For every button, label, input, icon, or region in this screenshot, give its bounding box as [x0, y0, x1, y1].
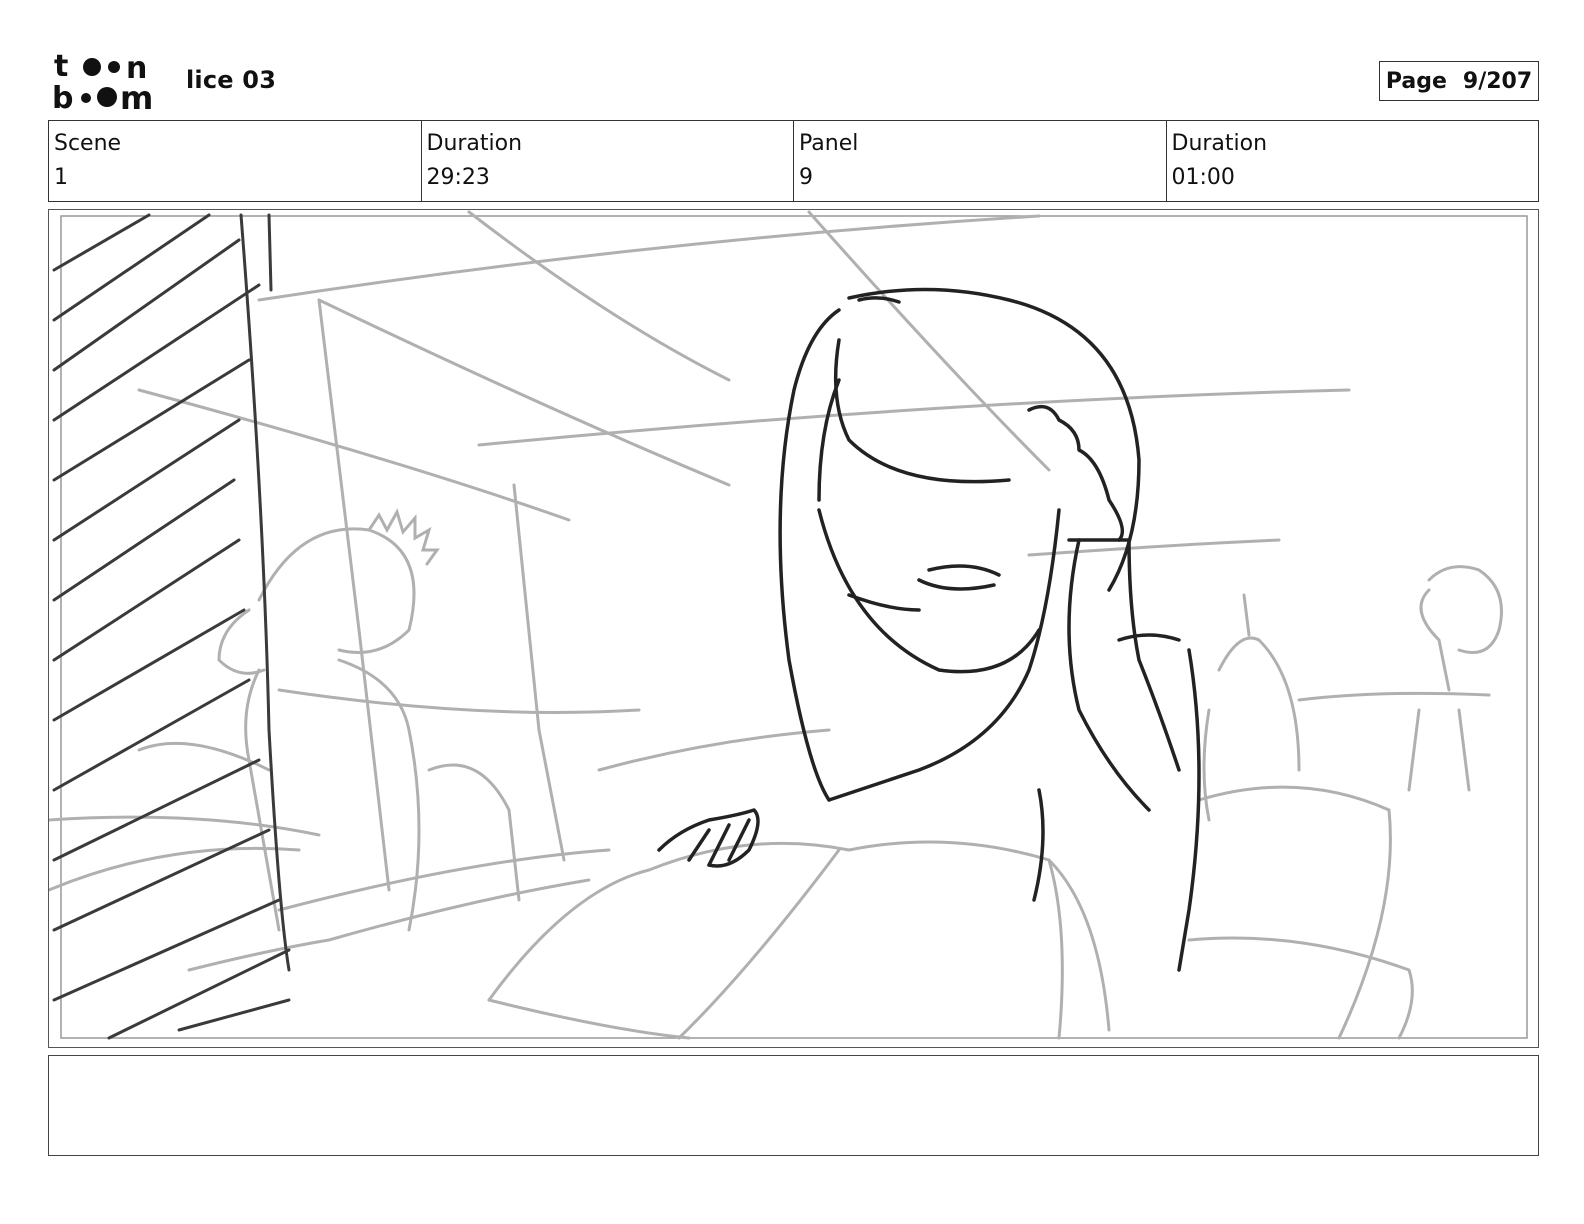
panel-duration-label: Duration	[1171, 131, 1268, 156]
project-title: lice 03	[186, 66, 277, 94]
panel-duration-cell: Duration 01:00	[1167, 121, 1539, 201]
panel-info-table: Scene 1 Duration 29:23 Panel 9 Duration …	[48, 120, 1539, 202]
panel-label: Panel	[799, 131, 859, 156]
panel-duration-value: 01:00	[1171, 165, 1235, 190]
panel-sketch	[49, 210, 1528, 1040]
scene-label: Scene	[54, 131, 122, 156]
svg-text:t: t	[54, 50, 68, 84]
scene-value: 1	[54, 165, 68, 190]
panel-value: 9	[799, 165, 813, 190]
scene-cell: Scene 1	[49, 121, 422, 201]
caption-area	[48, 1055, 1539, 1156]
scene-duration-cell: Duration 29:23	[422, 121, 794, 201]
storyboard-panel	[48, 209, 1539, 1048]
page-label: Page	[1385, 68, 1447, 94]
foreground-hatching	[52, 213, 291, 1040]
svg-text:m: m	[120, 79, 153, 112]
scene-duration-value: 29:23	[426, 165, 490, 190]
page-indicator: Page 9/207	[1379, 61, 1539, 101]
toon-boom-logo: t n b m	[52, 50, 153, 112]
scene-duration-label: Duration	[426, 131, 523, 156]
main-character-sketch	[657, 287, 1201, 972]
panel-cell: Panel 9	[794, 121, 1167, 201]
page-value: 9/207	[1462, 68, 1533, 94]
svg-text:b: b	[52, 81, 73, 112]
